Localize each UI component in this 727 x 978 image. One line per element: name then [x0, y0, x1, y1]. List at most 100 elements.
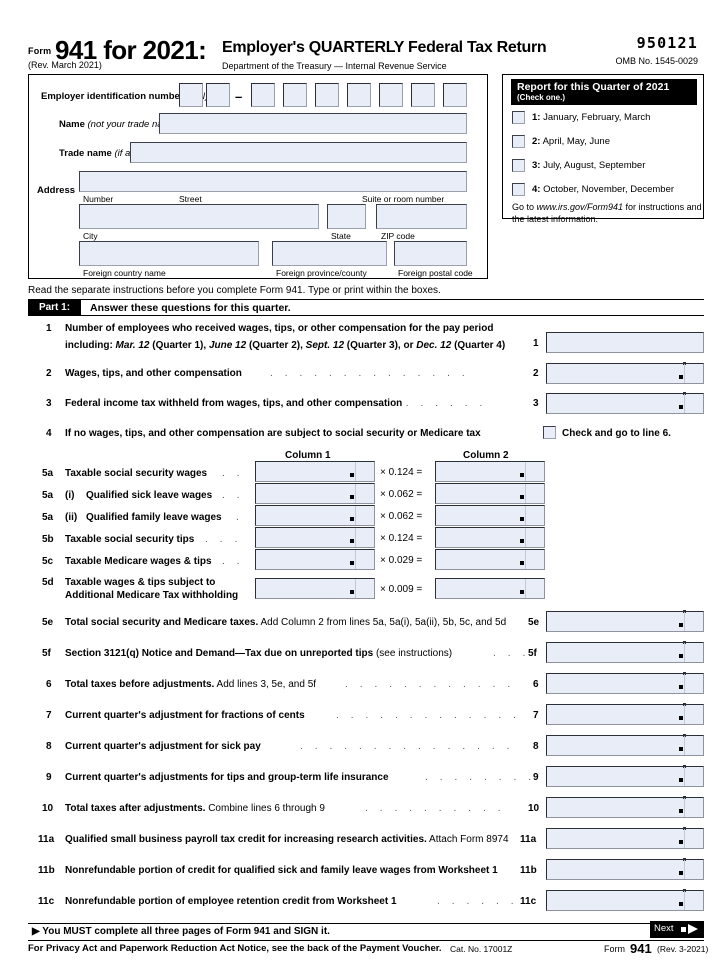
cents-divider	[355, 462, 356, 481]
address-state-input[interactable]	[327, 204, 366, 229]
line-6-amount-input[interactable]	[546, 672, 704, 694]
ein-digit-3[interactable]	[251, 83, 275, 107]
footer-form-word: Form	[604, 944, 625, 954]
decimal-point-marker	[679, 747, 683, 751]
line-5aii-roman: (ii)	[65, 512, 78, 523]
ein-digit-1[interactable]	[179, 83, 203, 107]
next-square-icon	[681, 927, 686, 932]
line-5a-col2-input[interactable]	[435, 461, 545, 482]
line-7-text: Current quarter's adjustment for fractio…	[65, 710, 305, 721]
ein-digit-9[interactable]	[443, 83, 467, 107]
line-5ai-roman: (i)	[65, 490, 75, 501]
line-9-amount-input[interactable]	[546, 765, 704, 787]
line-5f-ref-number: 5f	[528, 648, 537, 659]
address-street-input[interactable]	[79, 171, 467, 192]
line-5d-col2-input[interactable]	[435, 578, 545, 599]
line-5c-text: Taxable Medicare wages & tips	[65, 556, 212, 567]
line-5f-text: Section 3121(q) Notice and Demand—Tax du…	[65, 648, 453, 659]
line-4-number: 4	[46, 428, 52, 439]
line-5b-dots: . . .	[205, 534, 242, 545]
line-8-ref-number: 8	[533, 741, 539, 752]
decimal-point-marker	[520, 539, 524, 543]
line-5aii-col1-input[interactable]	[255, 505, 375, 526]
line-5c-rate: × 0.029 =	[380, 555, 423, 566]
address-sub-city: City	[83, 231, 98, 241]
line-10-amount-input[interactable]	[546, 796, 704, 818]
line-5ai-dots: . .	[222, 490, 245, 501]
irs-url-link[interactable]: www.irs.gov/Form941	[537, 202, 624, 212]
line-11c-amount-input[interactable]	[546, 889, 704, 911]
line-5c-col1-input[interactable]	[255, 549, 375, 570]
read-instructions-text: Read the separate instructions before yo…	[28, 285, 441, 296]
decimal-point-marker	[679, 778, 683, 782]
line-5b-text: Taxable social security tips	[65, 534, 195, 545]
line-1-amount-input[interactable]	[546, 332, 704, 353]
line-5f-number: 5f	[42, 648, 51, 659]
decimal-point-marker	[679, 809, 683, 813]
quarter-2-label: 2: April, May, June	[532, 136, 610, 147]
address-sub-street: Street	[179, 194, 202, 204]
decimal-point-marker	[679, 871, 683, 875]
line-5d-number: 5d	[42, 577, 54, 588]
ein-digit-8[interactable]	[411, 83, 435, 107]
ein-digit-7[interactable]	[379, 83, 403, 107]
line-11c-ref-number: 11c	[520, 896, 537, 907]
quarter-3-checkbox[interactable]	[512, 159, 525, 172]
header-department: Department of the Treasury — Internal Re…	[222, 61, 447, 71]
foreign-country-input[interactable]	[79, 241, 259, 266]
line-5ai-rate: × 0.062 =	[380, 489, 423, 500]
cents-divider	[684, 860, 685, 879]
line-11a-amount-input[interactable]	[546, 827, 704, 849]
decimal-point-marker	[679, 840, 683, 844]
quarter-1-checkbox[interactable]	[512, 111, 525, 124]
line-8-amount-input[interactable]	[546, 734, 704, 756]
line-3-dots: . . . . . . .	[391, 398, 487, 409]
ein-digit-2[interactable]	[206, 83, 230, 107]
line-5b-col1-input[interactable]	[255, 527, 375, 548]
line-6-text: Total taxes before adjustments. Add line…	[65, 679, 317, 690]
line-11b-amount-input[interactable]	[546, 858, 704, 880]
decimal-point-marker	[520, 473, 524, 477]
line-5b-col2-input[interactable]	[435, 527, 545, 548]
line-4-checkbox[interactable]	[543, 426, 556, 439]
line-2-dots: . . . . . . . . . . . . . .	[270, 368, 470, 379]
address-sub-number: Number	[83, 194, 114, 204]
line-5aii-col2-input[interactable]	[435, 505, 545, 526]
ein-digit-5[interactable]	[315, 83, 339, 107]
foreign-province-input[interactable]	[272, 241, 387, 266]
line-5e-amount-input[interactable]	[546, 610, 704, 632]
line-5a-col1-input[interactable]	[255, 461, 375, 482]
address-label: Address	[37, 185, 76, 196]
address-city-input[interactable]	[79, 204, 319, 229]
foreign-postal-input[interactable]	[394, 241, 467, 266]
cents-divider	[355, 484, 356, 503]
cents-divider	[355, 579, 356, 598]
line-3-amount-input[interactable]	[546, 392, 704, 414]
trade-name-input[interactable]	[130, 142, 467, 163]
address-sub-state: State	[331, 231, 351, 241]
ein-digit-6[interactable]	[347, 83, 371, 107]
name-input[interactable]	[159, 113, 467, 134]
decimal-point-marker	[350, 561, 354, 565]
ein-digit-4[interactable]	[283, 83, 307, 107]
line-2-amount-input[interactable]	[546, 362, 704, 384]
address-zip-input[interactable]	[376, 204, 467, 229]
cents-divider	[684, 736, 685, 755]
ocr-scan-code: 950121	[636, 34, 698, 52]
line-5d-col1-input[interactable]	[255, 578, 375, 599]
catalog-number: Cat. No. 17001Z	[450, 944, 513, 954]
line-9-text: Current quarter's adjustments for tips a…	[65, 772, 389, 783]
line-5f-amount-input[interactable]	[546, 641, 704, 663]
quarter-banner: Report for this Quarter of 2021 (Check o…	[511, 79, 697, 105]
line-7-ref-number: 7	[533, 710, 539, 721]
line-5c-col2-input[interactable]	[435, 549, 545, 570]
line-10-text: Total taxes after adjustments. Combine l…	[65, 803, 325, 814]
line-5ai-text: Qualified sick leave wages	[86, 490, 213, 501]
line-5ai-col1-input[interactable]	[255, 483, 375, 504]
quarter-4-checkbox[interactable]	[512, 183, 525, 196]
quarter-2-checkbox[interactable]	[512, 135, 525, 148]
must-complete-notice: ▶ You MUST complete all three pages of F…	[32, 926, 330, 937]
line-5ai-col2-input[interactable]	[435, 483, 545, 504]
line-7-amount-input[interactable]	[546, 703, 704, 725]
line-5ai-number: 5a	[42, 490, 54, 501]
